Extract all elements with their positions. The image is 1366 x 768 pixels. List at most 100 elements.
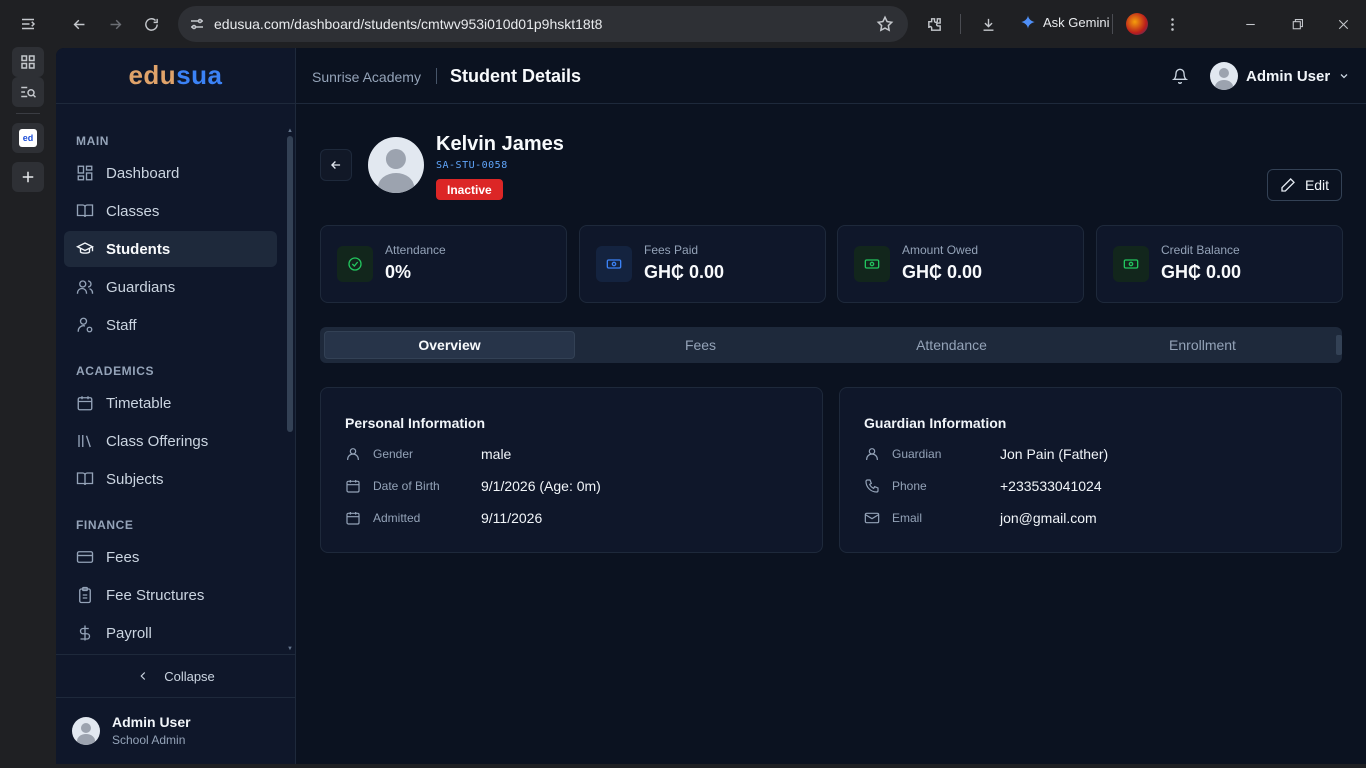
- browser-menu-icon[interactable]: [1160, 12, 1184, 36]
- tab-search-icon[interactable]: [12, 77, 44, 107]
- guardian-information-card: Guardian Information Guardian Jon Pain (…: [839, 387, 1342, 553]
- user-icon: [347, 448, 359, 460]
- sidebar-item-class-offerings[interactable]: Class Offerings: [64, 423, 277, 459]
- sidebar-item-classes[interactable]: Classes: [64, 193, 277, 229]
- sidebar-item-label: Fees: [106, 548, 140, 566]
- stat-value: GH₵ 0.00: [1161, 262, 1242, 282]
- stat-card-attendance: Attendance 0%: [320, 225, 567, 303]
- student-name: Kelvin James: [436, 133, 564, 155]
- calendar-icon: [77, 396, 93, 411]
- sidebar-scroll-up[interactable]: ▲: [287, 128, 293, 134]
- notification-bell-icon[interactable]: [1172, 68, 1188, 84]
- sidebar-item-label: Payroll: [106, 624, 152, 642]
- stat-value: 0%: [385, 262, 412, 282]
- main-content: Kelvin James SA-STU-0058 Inactive Edit A…: [296, 104, 1366, 768]
- close-window-icon[interactable]: [1331, 12, 1355, 36]
- address-bar[interactable]: edusua.com/dashboard/students/cmtwv953i0…: [178, 6, 908, 42]
- sidebar-item-label: Classes: [106, 202, 160, 220]
- pencil-icon: [1281, 178, 1295, 192]
- minimize-icon[interactable]: [1238, 12, 1262, 36]
- site-settings-icon[interactable]: [188, 15, 206, 33]
- sidebar-item-guardians[interactable]: Guardians: [64, 269, 277, 305]
- user-menu[interactable]: Admin User: [1210, 62, 1350, 90]
- info-row-admitted: Admitted 9/11/2026: [345, 508, 805, 528]
- collapse-button[interactable]: Collapse: [56, 654, 295, 698]
- restore-icon[interactable]: [1285, 12, 1309, 36]
- tab-enrollment[interactable]: Enrollment: [1077, 331, 1328, 359]
- extensions-icon[interactable]: [922, 12, 946, 36]
- phone-icon: [865, 479, 879, 493]
- tab-attendance[interactable]: Attendance: [826, 331, 1077, 359]
- personal-information-card: Personal Information Gender male Date of…: [320, 387, 823, 553]
- sidebar-scrollbar[interactable]: [287, 136, 293, 432]
- sidebar-item-fees[interactable]: Fees: [64, 539, 277, 575]
- stat-value: GH₵ 0.00: [644, 262, 725, 282]
- edusua-logo[interactable]: edu sua: [56, 48, 295, 104]
- info-row-phone: Phone +233533041024: [864, 476, 1324, 496]
- tab-fees[interactable]: Fees: [575, 331, 826, 359]
- sidebar-scroll-down[interactable]: ▼: [287, 646, 293, 652]
- stat-icon-box: [854, 246, 890, 282]
- strip-divider: [16, 113, 40, 114]
- edusua-app: edu sua MAIN Dashboard Classes Students G…: [56, 48, 1366, 768]
- sidebar-item-dashboard[interactable]: Dashboard: [64, 155, 277, 191]
- user-icon: [866, 448, 878, 460]
- bookmark-star-icon[interactable]: [876, 15, 894, 33]
- chevron-left-icon: [140, 672, 146, 680]
- breadcrumb-separator: [436, 68, 437, 84]
- arrow-left-icon: [331, 161, 341, 169]
- collapse-label: Collapse: [164, 668, 215, 684]
- stat-label: Credit Balance: [1161, 243, 1240, 257]
- book-open-icon: [76, 472, 94, 486]
- back-button[interactable]: [320, 149, 352, 181]
- graduation-cap-icon: [76, 242, 94, 254]
- avatar: [72, 716, 100, 745]
- student-id: SA-STU-0058: [436, 160, 508, 171]
- banknote-icon: [864, 259, 880, 269]
- new-tab-icon[interactable]: [12, 162, 44, 192]
- sidebar-item-label: Subjects: [106, 470, 164, 488]
- download-icon[interactable]: [976, 12, 1000, 36]
- sidebar-item-timetable[interactable]: Timetable: [64, 385, 277, 421]
- page-header: Sunrise Academy Student Details Admin Us…: [296, 48, 1366, 104]
- forward-arrow-icon[interactable]: [103, 12, 127, 36]
- browser-profile-avatar[interactable]: [1126, 13, 1148, 35]
- breadcrumb-school[interactable]: Sunrise Academy: [312, 69, 421, 85]
- window-bottom-edge: [56, 764, 1366, 768]
- ask-gemini-button[interactable]: Ask Gemini: [1020, 14, 1109, 30]
- stat-icon-box: [596, 246, 632, 282]
- section-label-academics: ACADEMICS: [76, 364, 155, 378]
- sidebar-item-label: Class Offerings: [106, 432, 209, 450]
- tab-strip-toggle-icon[interactable]: [12, 9, 44, 39]
- stat-card-amount-owed: Amount Owed GH₵ 0.00: [837, 225, 1084, 303]
- avatar: [1210, 62, 1238, 90]
- stat-value: GH₵ 0.00: [902, 262, 983, 282]
- sidebar-item-staff[interactable]: Staff: [64, 307, 277, 343]
- banknote-icon: [1123, 259, 1139, 269]
- sidebar-user-name: Admin User: [112, 714, 191, 730]
- back-arrow-icon[interactable]: [67, 12, 91, 36]
- sidebar-item-payroll[interactable]: Payroll: [64, 615, 277, 651]
- sidebar-user[interactable]: Admin User School Admin: [72, 714, 191, 747]
- sidebar-item-label: Fee Structures: [106, 586, 205, 604]
- library-icon: [78, 435, 91, 448]
- sidebar-user-role: School Admin: [112, 733, 186, 747]
- credit-card-icon: [76, 551, 94, 563]
- users-icon: [76, 280, 94, 294]
- edit-button[interactable]: Edit: [1267, 169, 1342, 201]
- stat-label: Amount Owed: [902, 243, 979, 257]
- stat-icon-box: [1113, 246, 1149, 282]
- tab-overview[interactable]: Overview: [324, 331, 575, 359]
- tab-groups-icon[interactable]: [12, 47, 44, 77]
- stat-label: Fees Paid: [644, 243, 699, 257]
- sidebar-item-subjects[interactable]: Subjects: [64, 461, 277, 497]
- url-text[interactable]: edusua.com/dashboard/students/cmtwv953i0…: [214, 16, 602, 32]
- sidebar-item-fee-structures[interactable]: Fee Structures: [64, 577, 277, 613]
- tab-scrollbar[interactable]: [1336, 335, 1342, 355]
- reload-icon[interactable]: [139, 12, 163, 36]
- tab-edusua[interactable]: ed: [12, 123, 44, 153]
- sidebar-item-label: Dashboard: [106, 164, 180, 182]
- sidebar-item-students[interactable]: Students: [64, 231, 277, 267]
- mail-icon: [864, 512, 880, 524]
- info-row-gender: Gender male: [345, 444, 805, 464]
